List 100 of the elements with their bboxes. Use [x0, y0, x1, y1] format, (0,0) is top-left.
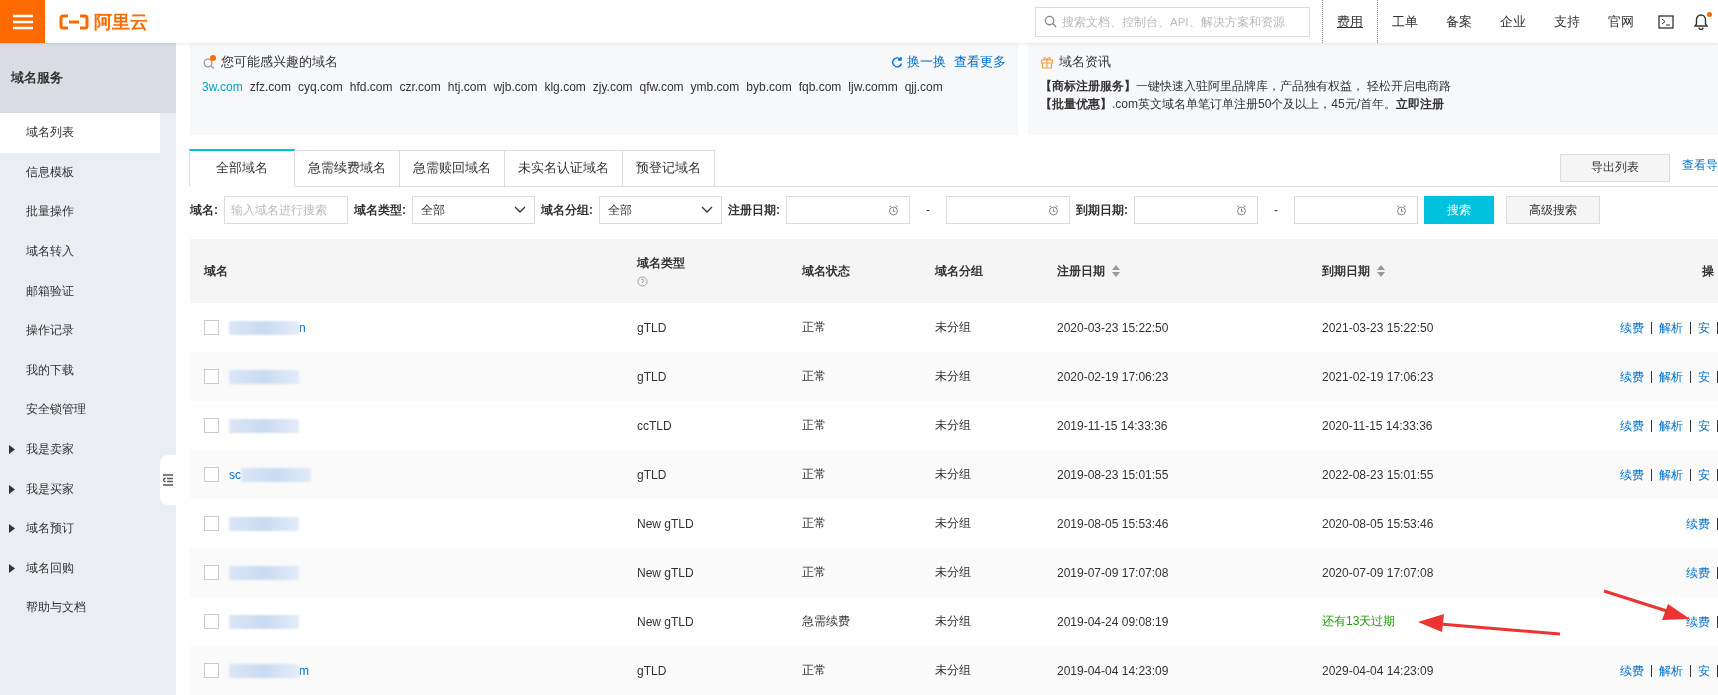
- panel-title: 域名资讯: [1059, 53, 1111, 71]
- action-link[interactable]: 解析: [1652, 664, 1691, 677]
- domain-suggestion[interactable]: qjj.com: [904, 80, 943, 94]
- sidebar-item[interactable]: 安全锁管理: [0, 390, 160, 430]
- action-link[interactable]: 解析: [1652, 419, 1691, 432]
- action-link[interactable]: 续费: [1613, 370, 1652, 383]
- checkbox[interactable]: [204, 369, 219, 384]
- domain-link[interactable]: n: [299, 320, 306, 335]
- logo-text: 阿里云: [94, 10, 148, 34]
- nav-link[interactable]: 支持: [1540, 0, 1594, 43]
- nav-link[interactable]: 官网: [1594, 0, 1648, 43]
- action-link[interactable]: 安: [1691, 468, 1718, 481]
- export-button[interactable]: 导出列表: [1560, 153, 1670, 182]
- domain-suggestion[interactable]: ljw.comm: [848, 80, 898, 94]
- search-field[interactable]: 搜索文档、控制台、API、解决方案和资源: [1035, 6, 1310, 37]
- action-link[interactable]: 续费: [1679, 517, 1718, 530]
- domain-suggestion[interactable]: qfw.com: [639, 80, 684, 94]
- date-field[interactable]: [786, 196, 910, 225]
- sidebar-item[interactable]: 我是买家: [0, 469, 160, 509]
- type-dropdown[interactable]: 全部: [412, 196, 535, 225]
- collapse-icon[interactable]: [163, 474, 173, 486]
- domain-link[interactable]: sc: [229, 467, 241, 482]
- action-link[interactable]: 解析: [1652, 321, 1691, 334]
- sidebar-item[interactable]: 域名列表: [0, 113, 160, 153]
- sidebar-item[interactable]: 我是卖家: [0, 429, 160, 470]
- action-link[interactable]: 安: [1691, 321, 1718, 334]
- domain-suggestion[interactable]: fqb.com: [798, 80, 842, 94]
- checkbox[interactable]: [204, 418, 219, 433]
- view-exports-link[interactable]: 查看导: [1682, 156, 1718, 174]
- domain-suggestion[interactable]: klg.com: [544, 80, 586, 94]
- checkbox[interactable]: [204, 565, 219, 580]
- help-icon[interactable]: [637, 276, 648, 287]
- view-more-link[interactable]: 查看更多: [954, 53, 1006, 71]
- table-cell: 未分组: [921, 548, 1043, 597]
- sidebar-item[interactable]: 域名转入: [0, 231, 160, 272]
- checkbox[interactable]: [204, 663, 219, 678]
- action-link[interactable]: 解析: [1652, 468, 1691, 481]
- menu-button[interactable]: [0, 0, 45, 43]
- sidebar-item[interactable]: 邮箱验证: [0, 271, 160, 311]
- range-separator: -: [925, 203, 931, 218]
- domain-search-field[interactable]: 输入域名进行搜索: [224, 196, 348, 225]
- date-field[interactable]: [946, 196, 1070, 225]
- domain-suggestion[interactable]: byb.com: [746, 80, 792, 94]
- sort-icon[interactable]: [1111, 264, 1121, 278]
- sort-icon[interactable]: [1376, 264, 1386, 278]
- date-field[interactable]: [1134, 196, 1258, 225]
- range-separator: -: [1273, 203, 1279, 218]
- action-link[interactable]: 续费: [1679, 566, 1718, 579]
- action-link[interactable]: 安: [1691, 419, 1718, 432]
- tab[interactable]: 全部域名: [189, 148, 295, 187]
- chevron-down-icon: [514, 206, 526, 215]
- domain-suggestion[interactable]: ymb.com: [690, 80, 740, 94]
- sidebar-item[interactable]: 域名预订: [0, 508, 160, 549]
- domain-suggestion[interactable]: czr.com: [399, 80, 441, 94]
- table-cell: 2019-04-04 14:23:09: [1043, 646, 1308, 695]
- clock-icon[interactable]: [1048, 204, 1059, 216]
- clock-icon[interactable]: [888, 204, 899, 216]
- domain-suggestion[interactable]: wjb.com: [493, 80, 538, 94]
- table-cell: 正常: [788, 352, 921, 401]
- action-link[interactable]: 续费: [1613, 321, 1652, 334]
- group-dropdown[interactable]: 全部: [599, 196, 722, 225]
- sidebar-item[interactable]: 批量操作: [0, 192, 160, 232]
- sidebar-item[interactable]: 我的下载: [0, 350, 160, 391]
- nav-link[interactable]: 备案: [1432, 0, 1486, 43]
- action-link[interactable]: 安: [1691, 370, 1718, 383]
- table-cell: 2020-02-19 17:06:23: [1043, 352, 1308, 401]
- sidebar-item[interactable]: 域名回购: [0, 548, 160, 589]
- action-link[interactable]: 安: [1691, 664, 1718, 677]
- checkbox[interactable]: [204, 467, 219, 482]
- date-field[interactable]: [1294, 196, 1418, 225]
- domain-suggestion[interactable]: zfz.com: [249, 80, 292, 94]
- action-link[interactable]: 续费: [1613, 468, 1652, 481]
- domain-suggestion[interactable]: hfd.com: [349, 80, 393, 94]
- refresh-icon[interactable]: [891, 56, 903, 68]
- nav-link[interactable]: 工单: [1378, 0, 1432, 43]
- checkbox[interactable]: [204, 516, 219, 531]
- collapse-handle[interactable]: [160, 455, 176, 505]
- tab[interactable]: 预登记域名: [622, 149, 715, 186]
- domain-suggestion[interactable]: htj.com: [447, 80, 487, 94]
- refresh-link[interactable]: 换一换: [907, 53, 946, 71]
- menu-icon[interactable]: [12, 13, 33, 30]
- action-link[interactable]: 续费: [1613, 664, 1652, 677]
- action-link[interactable]: 续费: [1613, 419, 1652, 432]
- clock-icon[interactable]: [1396, 204, 1407, 216]
- advanced-search-button[interactable]: 高级搜索: [1506, 196, 1600, 225]
- clock-icon[interactable]: [1236, 204, 1247, 216]
- bell-icon[interactable]: [1694, 13, 1708, 30]
- sidebar-item[interactable]: 帮助与文档: [0, 588, 160, 628]
- sidebar-item[interactable]: 操作记录: [0, 310, 160, 351]
- action-link[interactable]: 解析: [1652, 370, 1691, 383]
- domain-suggestion[interactable]: cyq.com: [298, 80, 343, 94]
- nav-link[interactable]: 企业: [1486, 0, 1540, 43]
- domain-link[interactable]: m: [299, 663, 309, 678]
- sidebar-item[interactable]: 信息模板: [0, 152, 160, 193]
- column-header: 域名状态: [788, 239, 921, 303]
- checkbox[interactable]: [204, 320, 219, 335]
- checkbox[interactable]: [204, 614, 219, 629]
- redaction-blur: [229, 320, 299, 335]
- domain-suggestion[interactable]: zjy.com: [592, 80, 633, 94]
- terminal-icon[interactable]: [1658, 14, 1674, 29]
